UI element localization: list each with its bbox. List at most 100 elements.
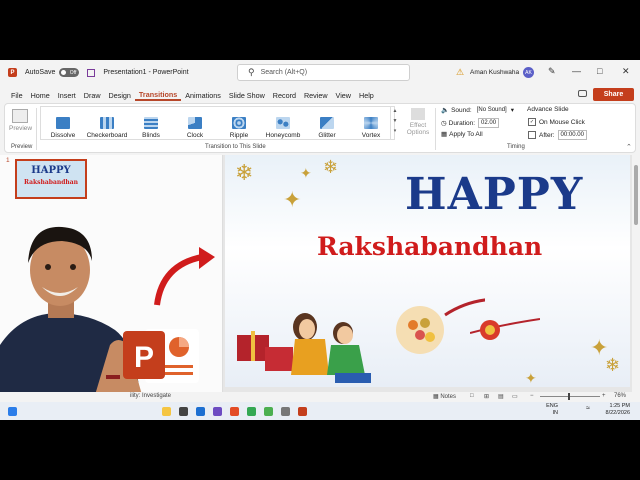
slide-subtitle[interactable]: Rakshabandhan [317, 232, 542, 261]
taskbar-app-icon[interactable] [230, 406, 239, 416]
chevron-down-icon[interactable]: ▾ [511, 106, 514, 114]
star-icon: ✦ [525, 370, 537, 386]
ribbon: Preview Preview Dissolve Checkerboard Bl… [4, 103, 636, 153]
avatar[interactable]: AK [523, 67, 534, 78]
scrollbar-thumb[interactable] [634, 165, 638, 225]
collapse-ribbon-icon[interactable]: ⌃ [626, 143, 632, 151]
tab-slide-show[interactable]: Slide Show [225, 91, 269, 100]
wifi-icon[interactable]: ≈ [586, 405, 590, 412]
status-bar: ility: Investigate ▦ Notes □ ⊞ ▤ ▭ − + 7… [0, 392, 640, 402]
snowflake-icon: ❄ [605, 355, 621, 375]
slideshow-icon[interactable]: ▭ [512, 393, 518, 400]
tab-file[interactable]: File [7, 91, 27, 100]
vertical-scrollbar[interactable] [632, 155, 640, 392]
star-icon: ✦ [300, 165, 312, 181]
transition-checkerboard[interactable]: Checkerboard [85, 107, 129, 139]
red-arrow-icon [154, 247, 215, 306]
transition-glitter[interactable]: Glitter [305, 107, 349, 139]
rakhi-illustration [237, 298, 485, 383]
system-tray[interactable]: ENG IN ≈ 1:25 PM 8/22/2026 [546, 403, 630, 417]
slide[interactable]: ❄ ✦ ❄ ✦ ✦ ✦ ❄ HAPPY Rakshabandhan [225, 155, 630, 387]
windows-start-icon[interactable] [8, 406, 17, 416]
zoom-in-icon[interactable]: + [602, 393, 606, 399]
tab-design[interactable]: Design [105, 91, 135, 100]
gallery-up-icon[interactable]: ▲ [391, 106, 399, 116]
tab-animations[interactable]: Animations [181, 91, 225, 100]
taskbar-app-icon[interactable] [247, 406, 256, 416]
transition-blinds[interactable]: Blinds [129, 107, 173, 139]
gallery-more-icon[interactable]: ▾ [391, 126, 399, 136]
normal-view-icon[interactable]: □ [470, 393, 474, 399]
chrome-icon[interactable] [264, 406, 273, 416]
transition-label: Ripple [229, 132, 249, 139]
close-icon[interactable]: ✕ [622, 66, 630, 77]
apply-all-row[interactable]: ▦ Apply To All [441, 130, 483, 139]
duration-input[interactable]: 02.00 [478, 118, 500, 128]
transition-vortex[interactable]: Vortex [349, 107, 393, 139]
preview-button[interactable]: Preview [9, 107, 32, 132]
taskbar-app-icon[interactable] [213, 406, 222, 416]
taskbar-app-icon[interactable] [281, 406, 290, 416]
save-icon[interactable] [87, 68, 96, 77]
sound-dropdown[interactable]: [No Sound] [475, 106, 509, 114]
autosave-toggle[interactable]: Off [59, 68, 80, 77]
tab-help[interactable]: Help [355, 91, 378, 100]
notes-label: Notes [440, 394, 457, 400]
zoom-level[interactable]: 76% [614, 393, 626, 399]
reading-view-icon[interactable]: ▤ [498, 393, 504, 400]
comments-icon[interactable] [578, 90, 587, 97]
language-indicator[interactable]: ENG IN [546, 403, 558, 417]
after-row: After: 00:00.00 [528, 130, 587, 140]
zoom-out-icon[interactable]: − [530, 393, 534, 399]
after-checkbox[interactable] [528, 131, 536, 139]
transition-honeycomb[interactable]: Honeycomb [261, 107, 305, 139]
tab-view[interactable]: View [332, 91, 355, 100]
gallery-down-icon[interactable]: ▼ [391, 116, 399, 126]
user-name[interactable]: Aman Kushwaha [470, 69, 519, 76]
accessibility-status[interactable]: ility: Investigate [130, 393, 171, 399]
transition-ripple[interactable]: Ripple [217, 107, 261, 139]
tab-record[interactable]: Record [269, 91, 300, 100]
minimize-icon[interactable]: — [572, 66, 581, 76]
slide-canvas[interactable]: ❄ ✦ ❄ ✦ ✦ ✦ ❄ HAPPY Rakshabandhan [223, 155, 632, 392]
slide-title[interactable]: HAPPY [405, 169, 583, 220]
slide-sorter-icon[interactable]: ⊞ [484, 393, 489, 400]
taskbar-app-icon[interactable] [179, 406, 188, 416]
file-explorer-icon[interactable] [162, 406, 171, 416]
clock-date: 8/22/2026 [605, 410, 630, 416]
transition-label: Glitter [318, 132, 336, 139]
apply-all-icon: ▦ [441, 131, 448, 138]
share-button[interactable]: Share [593, 88, 634, 101]
zoom-slider[interactable] [540, 396, 600, 397]
gallery-scroll[interactable]: ▲ ▼ ▾ [390, 106, 399, 140]
tab-insert[interactable]: Insert [54, 91, 80, 100]
maximize-icon[interactable]: □ [597, 66, 602, 76]
on-mouse-click-checkbox[interactable]: ✓ [528, 118, 536, 126]
transition-clock[interactable]: Clock [173, 107, 217, 139]
on-mouse-click-row[interactable]: ✓ On Mouse Click [528, 118, 585, 126]
transition-dissolve[interactable]: Dissolve [41, 107, 85, 139]
clock-duration-icon: ◷ [441, 120, 447, 127]
taskbar-app-icon[interactable] [196, 406, 205, 416]
transition-label: Vortex [361, 132, 381, 139]
tab-transitions[interactable]: Transitions [134, 90, 182, 101]
effect-options-button[interactable]: Effect Options [403, 107, 433, 136]
after-input[interactable]: 00:00.00 [557, 130, 587, 140]
region-code: IN [552, 410, 559, 416]
tab-draw[interactable]: Draw [80, 91, 105, 100]
tab-home[interactable]: Home [27, 91, 54, 100]
search-icon: ⚲ [248, 67, 255, 77]
search-box[interactable]: ⚲ Search (Alt+Q) [237, 64, 410, 81]
zoom-slider-thumb[interactable] [568, 393, 570, 400]
checkerboard-icon [100, 117, 114, 129]
warning-icon[interactable]: ⚠ [456, 67, 464, 78]
slide-thumbnail[interactable]: HAPPY Rakshabandhan [15, 159, 87, 199]
tab-review[interactable]: Review [300, 91, 332, 100]
powerpoint-logo: P [123, 329, 199, 383]
divider [36, 108, 37, 150]
duration-row: ◷ Duration: 02.00 [441, 118, 500, 128]
powerpoint-taskbar-icon[interactable] [298, 406, 307, 416]
transition-label: Blinds [142, 132, 160, 139]
notes-button[interactable]: ▦ Notes [433, 393, 456, 400]
pen-icon[interactable]: ✎ [548, 66, 556, 77]
